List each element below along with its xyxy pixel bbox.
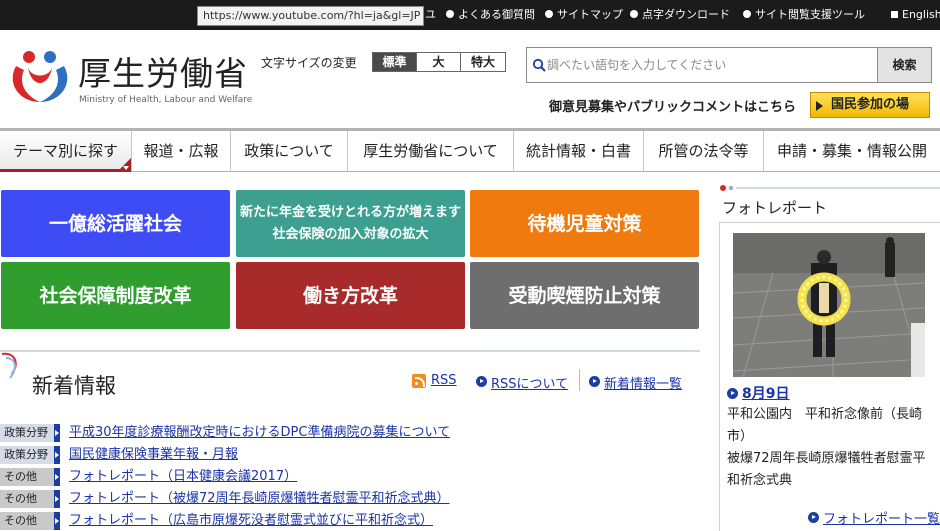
bullet-icon (446, 10, 454, 18)
utility-bar: ユ よくある御質問 サイトマップ 点字ダウンロード サイト閲覧支援ツール Eng… (0, 0, 940, 30)
photo-report-heading: フォトレポート (722, 199, 828, 217)
nav-about[interactable]: 厚生労働省について (348, 131, 514, 171)
news-link[interactable]: フォトレポート（広島市原爆死没者慰霊式並びに平和祈念式） (69, 512, 433, 530)
tile-pension-line2: 社会保険の加入対象の拡大 (272, 226, 429, 242)
arrow-right-icon (816, 101, 823, 111)
opinion-link[interactable]: 御意見募集やパブリックコメントはこちら (549, 96, 796, 115)
arrow-bullet-icon (589, 376, 600, 387)
rss-link[interactable]: RSS (431, 373, 457, 388)
arrow-right-icon (54, 490, 60, 508)
participate-button[interactable]: 国民参加の場 (810, 92, 930, 118)
nav-laws[interactable]: 所管の法令等 (644, 131, 764, 171)
arrow-right-icon (54, 512, 60, 530)
arrow-right-icon (54, 424, 60, 442)
photo-report-image[interactable] (733, 233, 925, 377)
arrow-bullet-icon (476, 376, 487, 387)
chevron-down-icon (123, 166, 129, 170)
news-link[interactable]: フォトレポート（日本健康会議2017） (69, 468, 297, 486)
globe-icon (891, 11, 898, 18)
arrow-bullet-icon (727, 388, 738, 399)
tile-smoking[interactable]: 受動喫煙防止対策 (470, 262, 699, 329)
news-category-tag: その他 (0, 490, 60, 508)
decorative-swirl-icon (1, 352, 17, 379)
page: ユ よくある御質問 サイトマップ 点字ダウンロード サイト閲覧支援ツール Eng… (0, 0, 940, 531)
rss-about-link[interactable]: RSSについて (491, 373, 568, 392)
bullet-icon (545, 10, 553, 18)
tile-childcare[interactable]: 待機児童対策 (470, 190, 699, 257)
news-category-tag: 政策分野 (0, 424, 60, 442)
news-list-link[interactable]: 新着情報一覧 (604, 373, 682, 392)
news-category-tag: 政策分野 (0, 446, 60, 464)
top-link-accessibility[interactable]: サイト閲覧支援ツール (743, 7, 865, 23)
rss-icon[interactable] (412, 374, 426, 388)
search-icon (532, 58, 546, 72)
caption-line: 被爆72周年長崎原爆犠牲者慰霊平和祈念式典 (727, 451, 926, 488)
top-link-partial[interactable]: ユ (425, 7, 436, 23)
arrow-right-icon (54, 446, 60, 464)
font-size-large-button[interactable]: 大 (417, 53, 461, 71)
nav-theme[interactable]: テーマ別に探す (0, 131, 132, 172)
site-title[interactable]: 厚生労働省 (78, 47, 248, 95)
tile-workstyle[interactable]: 働き方改革 (236, 262, 465, 329)
news-link[interactable]: 平成30年度診療報酬改定時におけるDPC準備病院の募集について (69, 424, 450, 442)
bullet-icon (630, 10, 638, 18)
photo-report-caption: 平和公園内 平和祈念像前（長崎市） 被爆72周年長崎原爆犠牲者慰霊平和祈念式典 (727, 404, 935, 492)
photo-report-list-link[interactable]: フォトレポート一覧 (823, 508, 940, 527)
url-tooltip: https://www.youtube.com/?hl=ja&gl=JP (197, 6, 424, 26)
active-underline (0, 169, 120, 172)
search-button[interactable]: 検索 (877, 48, 931, 82)
font-size-label: 文字サイズの変更 (261, 56, 357, 70)
news-heading: 新着情報 (32, 374, 116, 398)
news-link[interactable]: 国民健康保険事業年報・月報 (69, 446, 238, 464)
font-size-switcher: 標準 大 特大 (372, 52, 506, 72)
bullet-icon (743, 10, 751, 18)
top-link-sitemap[interactable]: サイトマップ (545, 7, 623, 23)
nav-press[interactable]: 報道・広報 (132, 131, 231, 171)
divider (579, 369, 580, 391)
search-box: 検索 (526, 47, 932, 83)
news-category-tag: その他 (0, 468, 60, 486)
arrow-bullet-icon (808, 512, 819, 523)
nav-statistics[interactable]: 統計情報・白書 (514, 131, 644, 171)
photo-report-date-link[interactable]: 8月9日 (742, 383, 789, 403)
site-subtitle: Ministry of Health, Labour and Welfare (79, 95, 253, 105)
font-size-xlarge-button[interactable]: 特大 (461, 53, 505, 71)
font-size-standard-button[interactable]: 標準 (373, 53, 417, 71)
decorative-dots-icon (720, 185, 940, 191)
global-nav: テーマ別に探す 報道・広報 政策について 厚生労働省について 統計情報・白書 所… (0, 128, 940, 172)
arrow-right-icon (54, 468, 60, 486)
tile-social-security[interactable]: 社会保障制度改革 (1, 262, 230, 329)
news-link[interactable]: フォトレポート（被爆72周年長崎原爆犠牲者慰霊平和祈念式典） (69, 490, 450, 508)
top-link-braille[interactable]: 点字ダウンロード (630, 7, 730, 23)
nav-policy[interactable]: 政策について (231, 131, 348, 171)
tile-pension-line1: 新たに年金を受けとれる方が増えます (239, 204, 461, 220)
caption-line: 平和公園内 平和祈念像前（長崎市） (727, 407, 923, 444)
tile-ichioku[interactable]: 一億総活躍社会 (1, 190, 230, 257)
top-link-faq[interactable]: よくある御質問 (446, 7, 535, 23)
news-divider (0, 350, 700, 352)
nav-applications[interactable]: 申請・募集・情報公開 (764, 131, 940, 171)
mhlw-logo-icon[interactable] (10, 44, 70, 106)
search-input[interactable] (547, 52, 872, 78)
top-link-english[interactable]: English (891, 7, 940, 23)
news-category-tag: その他 (0, 512, 60, 530)
tile-pension[interactable]: 新たに年金を受けとれる方が増えます 社会保険の加入対象の拡大 (236, 190, 465, 257)
